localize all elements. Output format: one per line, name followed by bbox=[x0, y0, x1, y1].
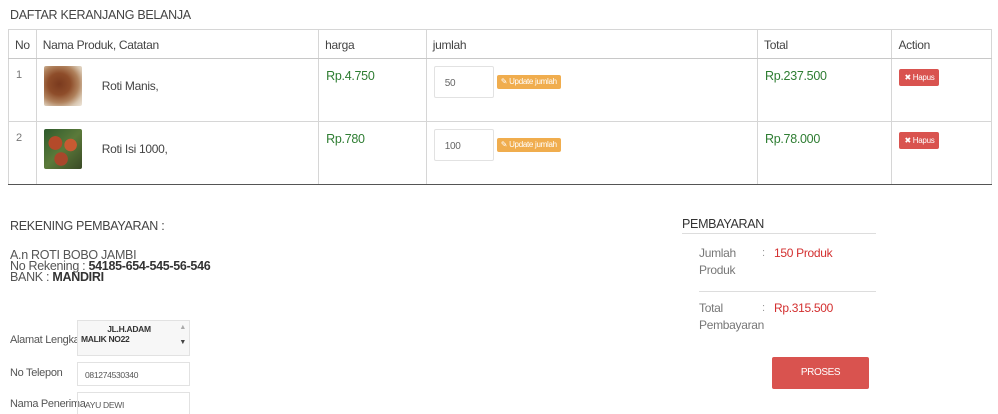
col-header-product: Nama Produk, Catatan bbox=[35, 29, 320, 59]
product-name: Roti Isi 1000, bbox=[101, 142, 168, 156]
product-name: Roti Manis, bbox=[101, 79, 159, 93]
close-icon: ✖ bbox=[904, 73, 913, 82]
col-header-price: harga bbox=[318, 29, 427, 59]
bank-account-title: REKENING PEMBAYARAN : bbox=[10, 219, 165, 233]
col-header-action: Action bbox=[891, 29, 992, 59]
account-number: 54185-654-545-56-546 bbox=[88, 259, 211, 273]
cart-header-row: No Nama Produk, Catatan harga jumlah Tot… bbox=[8, 29, 992, 59]
phone-row: No Telepon bbox=[10, 367, 78, 379]
product-count-label: Jumlah Produk bbox=[699, 245, 736, 279]
edit-icon: ✎ bbox=[500, 140, 510, 149]
table-row: 2 Roti Isi 1000, Rp.780 100 ✎ Update jum… bbox=[8, 121, 992, 185]
address-row: Alamat Lengkap bbox=[10, 334, 86, 346]
update-quantity-button[interactable]: ✎ Update jumlah bbox=[496, 75, 561, 89]
cart-table: No Nama Produk, Catatan harga jumlah Tot… bbox=[8, 29, 992, 185]
cart-title: DAFTAR KERANJANG BELANJA bbox=[10, 8, 191, 22]
colon-separator: : bbox=[762, 247, 765, 259]
row-number: 1 bbox=[8, 58, 37, 122]
product-image bbox=[43, 66, 82, 106]
address-textarea[interactable]: JL.H.ADAM MALIK NO22 ▲ ▼ bbox=[77, 320, 190, 356]
line-total: Rp.78.000 bbox=[756, 121, 893, 185]
product-image bbox=[43, 129, 82, 169]
edit-icon: ✎ bbox=[500, 77, 510, 86]
row-number: 2 bbox=[8, 121, 37, 185]
update-quantity-label: Update jumlah bbox=[509, 77, 557, 86]
colon-separator: : bbox=[762, 302, 765, 314]
qty-cell: 50 ✎ Update jumlah bbox=[425, 58, 759, 122]
delete-label: Hapus bbox=[912, 73, 935, 82]
total-payment-label: Total Pembayaran bbox=[699, 300, 764, 334]
process-order-button[interactable]: PROSES PEMESANAN bbox=[772, 357, 869, 410]
delete-button[interactable]: ✖ Hapus bbox=[899, 132, 940, 149]
phone-field[interactable]: 081274530340 bbox=[77, 362, 190, 386]
product-count-value: 150 Produk bbox=[774, 246, 833, 260]
product-cell: Roti Isi 1000, bbox=[35, 121, 320, 185]
qty-cell: 100 ✎ Update jumlah bbox=[425, 121, 759, 185]
address-label: Alamat Lengkap bbox=[10, 334, 86, 346]
address-line-1: JL.H.ADAM bbox=[107, 324, 151, 334]
product-price: Rp.780 bbox=[318, 121, 427, 185]
action-cell: ✖ Hapus bbox=[891, 121, 992, 185]
payment-title: PEMBAYARAN bbox=[682, 217, 764, 231]
total-payment-value: Rp.315.500 bbox=[774, 301, 834, 315]
payment-title-divider bbox=[682, 233, 876, 234]
col-header-qty: jumlah bbox=[425, 29, 759, 59]
quantity-input[interactable]: 50 bbox=[433, 66, 494, 98]
scroll-down-icon[interactable]: ▼ bbox=[179, 338, 186, 348]
product-cell: Roti Manis, bbox=[35, 58, 320, 122]
total-payment-label-line-2: Pembayaran bbox=[699, 318, 765, 332]
col-header-no: No bbox=[8, 29, 37, 59]
delete-label: Hapus bbox=[912, 136, 935, 145]
delete-button[interactable]: ✖ Hapus bbox=[899, 69, 940, 86]
product-price: Rp.4.750 bbox=[318, 58, 427, 122]
action-cell: ✖ Hapus bbox=[891, 58, 992, 122]
bank-name: MANDIRI bbox=[52, 270, 104, 284]
quantity-input[interactable]: 100 bbox=[433, 129, 494, 161]
update-quantity-button[interactable]: ✎ Update jumlah bbox=[496, 138, 561, 152]
table-row: 1 Roti Manis, Rp.4.750 50 ✎ Update jumla… bbox=[8, 58, 992, 122]
phone-label: No Telepon bbox=[10, 367, 63, 379]
bank-account-info: A.n ROTI BOBO JAMBI No Rekening : 54185-… bbox=[10, 249, 211, 284]
payment-divider bbox=[699, 291, 876, 292]
col-header-total: Total bbox=[756, 29, 893, 59]
close-icon: ✖ bbox=[904, 136, 913, 145]
bank-line: BANK : MANDIRI bbox=[10, 270, 210, 284]
scroll-up-icon[interactable]: ▲ bbox=[179, 323, 186, 333]
update-quantity-label: Update jumlah bbox=[509, 140, 557, 149]
recipient-field[interactable]: AYU DEWI bbox=[77, 392, 190, 414]
product-count-label-line-2: Produk bbox=[699, 263, 736, 277]
total-payment-label-line-1: Total bbox=[699, 301, 723, 315]
line-total: Rp.237.500 bbox=[756, 58, 893, 122]
product-count-label-line-1: Jumlah bbox=[699, 246, 736, 260]
recipient-label: Nama Penerima bbox=[10, 398, 86, 410]
bank-label: BANK : bbox=[10, 270, 50, 284]
address-line-2: MALIK NO22 bbox=[81, 334, 130, 344]
recipient-row: Nama Penerima bbox=[10, 398, 86, 410]
